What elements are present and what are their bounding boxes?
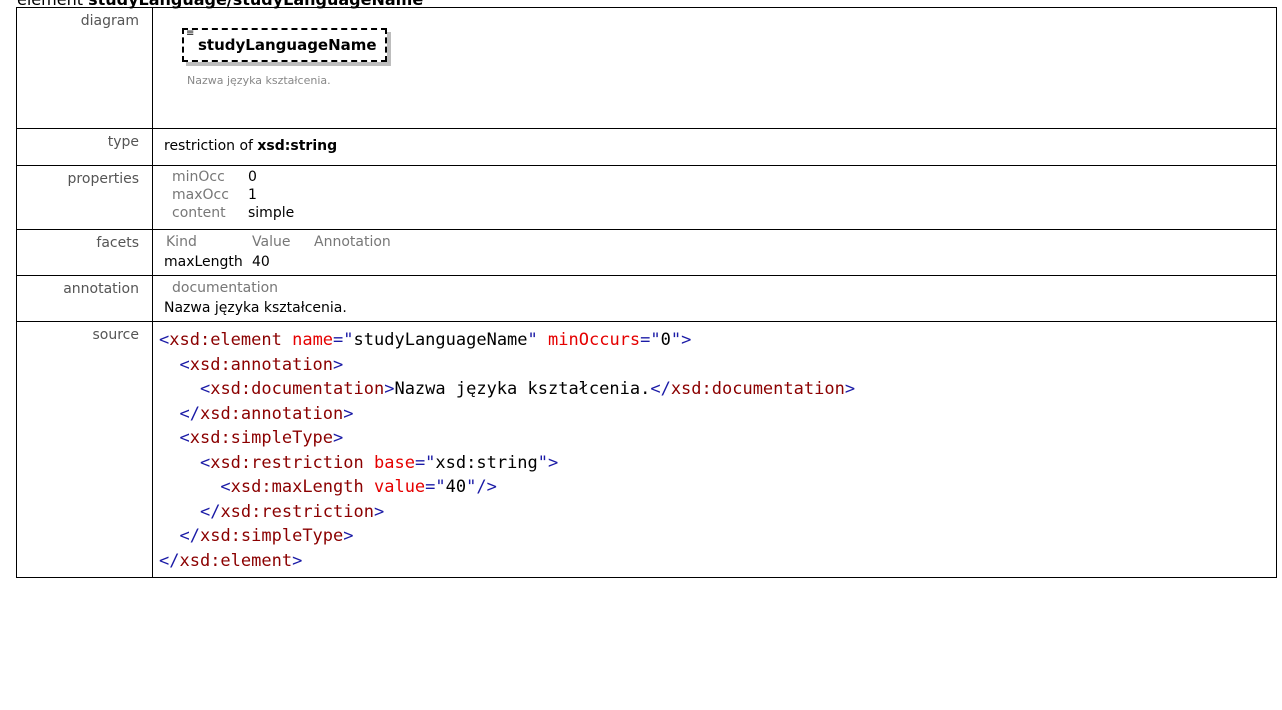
element-box[interactable]: ≡ studyLanguageName <box>182 28 387 62</box>
documentation-icon: ≡ <box>186 28 195 39</box>
label-annotation: annotation <box>16 275 153 322</box>
prop-value: 1 <box>248 187 257 203</box>
src-documentation-text: Nazwa języka kształcenia. <box>394 379 651 399</box>
facet-kind: maxLength <box>164 254 243 270</box>
element-box-name: studyLanguageName <box>198 36 377 54</box>
row-source: source <xsd:element name="studyLanguageN… <box>16 321 1277 578</box>
diagram-documentation: Nazwa języka kształcenia. <box>187 74 331 87</box>
properties-list: minOcc 0 maxOcc 1 content simple <box>172 166 1276 225</box>
prop-key: maxOcc <box>172 187 229 203</box>
src-maxlength-value: 40 <box>445 477 467 497</box>
properties-cell: minOcc 0 maxOcc 1 content simple <box>152 165 1277 230</box>
prop-key: content <box>172 205 226 221</box>
prop-value: simple <box>248 205 295 221</box>
label-facets: facets <box>16 229 153 276</box>
annotation-cell: documentation Nazwa języka kształcenia. <box>152 275 1277 322</box>
src-name-value: studyLanguageName <box>353 330 528 350</box>
prop-value: 0 <box>248 169 257 185</box>
facets-cell: Kind Value Annotation maxLength 40 <box>152 229 1277 276</box>
label-diagram: diagram <box>16 7 153 129</box>
label-source: source <box>16 321 153 578</box>
diagram: ≡ studyLanguageName Nazwa języka kształc… <box>164 8 1276 123</box>
facets-header-annotation: Annotation <box>314 234 391 250</box>
facet-value: 40 <box>252 254 270 270</box>
type-prefix: restriction of <box>164 138 253 154</box>
element-doc-table: diagram ≡ studyLanguageName Nazwa języka… <box>16 7 1277 578</box>
src-minoccurs-value: 0 <box>660 330 671 350</box>
facets-header-value: Value <box>252 234 291 250</box>
diagram-cell: ≡ studyLanguageName Nazwa języka kształc… <box>152 7 1277 129</box>
prop-key: minOcc <box>172 169 225 185</box>
row-annotation: annotation documentation Nazwa języka ks… <box>16 275 1277 322</box>
annotation-block: documentation Nazwa języka kształcenia. <box>164 276 1276 320</box>
label-properties: properties <box>16 165 153 230</box>
row-properties: properties minOcc 0 maxOcc 1 content sim… <box>16 165 1277 230</box>
facets-header-kind: Kind <box>166 234 197 250</box>
facet-annotation <box>314 252 1276 272</box>
label-type: type <box>16 128 153 166</box>
facets-table: Kind Value Annotation maxLength 40 <box>164 230 1276 274</box>
type-cell: restriction of xsd:string <box>152 128 1277 166</box>
source-code: <xsd:element name="studyLanguageName" mi… <box>159 330 856 571</box>
row-facets: facets Kind Value Annotation maxLength 4… <box>16 229 1277 276</box>
row-type: type restriction of xsd:string <box>16 128 1277 166</box>
annotation-key: documentation <box>172 280 279 296</box>
src-base-value: xsd:string <box>435 452 538 473</box>
row-diagram: diagram ≡ studyLanguageName Nazwa języka… <box>16 7 1277 129</box>
annotation-text: Nazwa języka kształcenia. <box>164 300 347 316</box>
source-cell: <xsd:element name="studyLanguageName" mi… <box>152 321 1277 578</box>
type-base[interactable]: xsd:string <box>257 138 337 154</box>
